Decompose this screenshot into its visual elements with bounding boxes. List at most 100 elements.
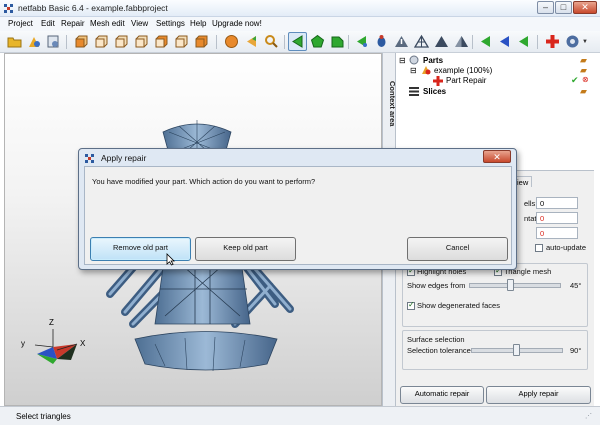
netfabb-logo-icon	[4, 4, 13, 13]
red-cross-icon	[433, 76, 443, 86]
menu-repair[interactable]: Repair	[61, 19, 85, 28]
close-button[interactable]: ✕	[573, 1, 597, 14]
view-iso-icon[interactable]	[194, 34, 209, 49]
select-edge-icon[interactable]	[354, 34, 369, 49]
menu-help[interactable]: Help	[190, 19, 206, 28]
folder-icon[interactable]: ▰	[580, 86, 587, 97]
view-left-icon[interactable]	[114, 34, 129, 49]
orientation-value: 0	[540, 214, 545, 223]
holes-value: 0	[540, 229, 545, 238]
view-right-icon[interactable]	[134, 34, 149, 49]
checkmark-icon[interactable]: ✔	[571, 75, 579, 86]
view-top-icon[interactable]	[154, 34, 169, 49]
cancel-button[interactable]: Cancel	[407, 237, 508, 261]
cancel-circle-icon[interactable]: ⊗	[582, 75, 589, 84]
resize-grip-icon[interactable]: ⋰	[585, 412, 592, 420]
toolbar-separator	[284, 35, 285, 49]
menu-view[interactable]: View	[131, 19, 148, 28]
selection-tolerance-label: Selection tolerance	[407, 346, 471, 355]
collapse-icon[interactable]: ⊟	[410, 66, 417, 75]
remove-old-part-button[interactable]: Remove old part	[90, 237, 191, 261]
select-triangle-icon	[292, 35, 303, 48]
context-area-label: Context area	[388, 81, 397, 127]
show-degenerated-checkbox[interactable]	[407, 300, 415, 310]
select-triangles-tool-active[interactable]	[288, 32, 307, 51]
tab-view-label: iew	[517, 178, 529, 187]
edges-angle-value: 45°	[570, 281, 582, 290]
status-bar: Select triangles ⋰	[0, 406, 600, 425]
dialog-close-button[interactable]: ✕	[483, 150, 511, 163]
tree-item-parts[interactable]: Parts	[423, 56, 443, 65]
triangle-arrow-icon[interactable]	[244, 34, 259, 49]
title-bar: netfabb Basic 6.4 - example.fabbproject …	[0, 0, 600, 17]
show-edges-label: Show edges from	[407, 281, 466, 290]
dialog-body: You have modified your part. Which actio…	[84, 166, 512, 266]
status-text: Select triangles	[16, 412, 71, 421]
part-info-icon[interactable]	[46, 34, 61, 49]
shells-value: 0	[540, 199, 545, 208]
menu-bar: Project Edit Repair Mesh edit View Setti…	[0, 17, 600, 31]
part-model-icon	[422, 66, 431, 75]
mesh-shade-icon[interactable]	[454, 34, 469, 49]
collapse-icon[interactable]: ⊟	[399, 56, 406, 65]
add-part-icon[interactable]	[27, 34, 42, 49]
dialog-message: You have modified your part. Which actio…	[92, 177, 316, 186]
sphere-icon[interactable]	[224, 34, 239, 49]
shells-field: 0	[536, 197, 578, 209]
view-front-icon[interactable]	[74, 34, 89, 49]
menu-upgrade-now[interactable]: Upgrade now!	[212, 19, 262, 28]
toolbar-separator	[66, 35, 67, 49]
add-red-cross-icon[interactable]	[545, 34, 560, 49]
edges-slider[interactable]	[469, 283, 561, 288]
holes-field: 0	[536, 227, 578, 239]
apply-repair-dialog: Apply repair ✕ You have modified your pa…	[78, 148, 517, 270]
parts-icon	[409, 55, 419, 65]
toolbar-separator	[216, 35, 217, 49]
mesh-warning-icon[interactable]	[394, 34, 409, 49]
orientation-field: 0	[536, 212, 578, 224]
bug-repair-icon[interactable]	[374, 34, 389, 49]
automatic-repair-button[interactable]: Automatic repair	[400, 386, 484, 404]
menu-settings[interactable]: Settings	[156, 19, 185, 28]
toolbar-separator	[537, 35, 538, 49]
zoom-icon[interactable]	[264, 34, 279, 49]
menu-project[interactable]: Project	[8, 19, 33, 28]
view-bottom-icon[interactable]	[174, 34, 189, 49]
toolbar-separator	[348, 35, 349, 49]
mouse-cursor-icon	[166, 253, 175, 266]
surface-selection-label: Surface selection	[407, 335, 465, 344]
window-title: netfabb Basic 6.4 - example.fabbproject	[18, 3, 168, 13]
edges-slider-thumb[interactable]	[506, 279, 514, 291]
toolbar: ▼	[0, 31, 600, 53]
netfabb-logo-icon	[85, 154, 94, 163]
settings-wheel-icon[interactable]	[565, 34, 580, 49]
open-folder-icon[interactable]	[7, 34, 22, 49]
auto-update-checkbox[interactable]	[535, 244, 543, 252]
menu-mesh-edit[interactable]: Mesh edit	[90, 19, 125, 28]
axis-label-z: Z	[49, 318, 54, 327]
maximize-button[interactable]: □	[555, 1, 572, 14]
show-degenerated-label: Show degenerated faces	[417, 301, 500, 310]
tree-item-model[interactable]: example (100%)	[434, 66, 492, 75]
axis-label-y: y	[21, 339, 25, 348]
axis-label-x: X	[80, 339, 86, 348]
auto-update-label: auto-update	[546, 243, 587, 252]
arrow-left-green-2-icon[interactable]	[516, 34, 531, 49]
menu-edit[interactable]: Edit	[41, 19, 55, 28]
slices-icon	[409, 87, 419, 96]
mesh-wire-icon[interactable]	[414, 34, 429, 49]
keep-old-part-button[interactable]: Keep old part	[195, 237, 296, 261]
select-pentagon-icon[interactable]	[310, 34, 325, 49]
mesh-solid-icon[interactable]	[434, 34, 449, 49]
view-back-icon[interactable]	[94, 34, 109, 49]
select-shell-icon[interactable]	[330, 34, 345, 49]
tolerance-slider-thumb[interactable]	[513, 344, 520, 356]
tree-item-slices[interactable]: Slices	[423, 87, 446, 96]
tree-item-part-repair[interactable]: Part Repair	[446, 76, 486, 85]
apply-repair-button[interactable]: Apply repair	[486, 386, 591, 404]
arrow-left-green-icon[interactable]	[478, 34, 493, 49]
dropdown-arrow-icon[interactable]: ▼	[582, 39, 588, 45]
arrow-left-blue-icon[interactable]	[497, 34, 512, 49]
toolbar-separator	[472, 35, 473, 49]
minimize-button[interactable]: –	[537, 1, 554, 14]
